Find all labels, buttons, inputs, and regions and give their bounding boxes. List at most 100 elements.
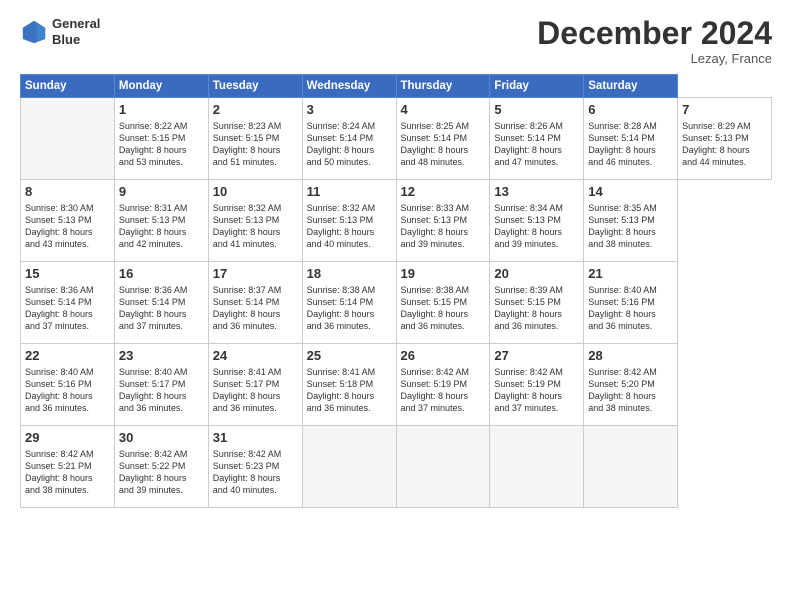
day-number: 16 — [119, 265, 204, 283]
day-header-wednesday: Wednesday — [302, 75, 396, 98]
calendar-cell: 21Sunrise: 8:40 AM Sunset: 5:16 PM Dayli… — [584, 262, 678, 344]
calendar-cell: 1Sunrise: 8:22 AM Sunset: 5:15 PM Daylig… — [114, 98, 208, 180]
logo: General Blue — [20, 16, 100, 47]
day-number: 31 — [213, 429, 298, 447]
day-header-sunday: Sunday — [21, 75, 115, 98]
day-number: 8 — [25, 183, 110, 201]
day-number: 9 — [119, 183, 204, 201]
day-number: 17 — [213, 265, 298, 283]
calendar-cell: 23Sunrise: 8:40 AM Sunset: 5:17 PM Dayli… — [114, 344, 208, 426]
day-info: Sunrise: 8:41 AM Sunset: 5:17 PM Dayligh… — [213, 366, 298, 415]
calendar-cell: 31Sunrise: 8:42 AM Sunset: 5:23 PM Dayli… — [208, 426, 302, 508]
day-info: Sunrise: 8:37 AM Sunset: 5:14 PM Dayligh… — [213, 284, 298, 333]
day-number: 24 — [213, 347, 298, 365]
day-info: Sunrise: 8:35 AM Sunset: 5:13 PM Dayligh… — [588, 202, 673, 251]
calendar-cell — [302, 426, 396, 508]
day-info: Sunrise: 8:36 AM Sunset: 5:14 PM Dayligh… — [119, 284, 204, 333]
day-header-thursday: Thursday — [396, 75, 490, 98]
day-number: 29 — [25, 429, 110, 447]
calendar-cell: 17Sunrise: 8:37 AM Sunset: 5:14 PM Dayli… — [208, 262, 302, 344]
day-info: Sunrise: 8:29 AM Sunset: 5:13 PM Dayligh… — [682, 120, 767, 169]
calendar-cell: 27Sunrise: 8:42 AM Sunset: 5:19 PM Dayli… — [490, 344, 584, 426]
day-number: 21 — [588, 265, 673, 283]
week-row-4: 29Sunrise: 8:42 AM Sunset: 5:21 PM Dayli… — [21, 426, 772, 508]
calendar-cell: 8Sunrise: 8:30 AM Sunset: 5:13 PM Daylig… — [21, 180, 115, 262]
day-number: 20 — [494, 265, 579, 283]
logo-text: General Blue — [52, 16, 100, 47]
day-info: Sunrise: 8:30 AM Sunset: 5:13 PM Dayligh… — [25, 202, 110, 251]
header-row: SundayMondayTuesdayWednesdayThursdayFrid… — [21, 75, 772, 98]
day-info: Sunrise: 8:36 AM Sunset: 5:14 PM Dayligh… — [25, 284, 110, 333]
calendar-cell: 5Sunrise: 8:26 AM Sunset: 5:14 PM Daylig… — [490, 98, 584, 180]
month-title: December 2024 — [537, 16, 772, 51]
calendar-cell: 19Sunrise: 8:38 AM Sunset: 5:15 PM Dayli… — [396, 262, 490, 344]
day-info: Sunrise: 8:42 AM Sunset: 5:19 PM Dayligh… — [401, 366, 486, 415]
week-row-0: 1Sunrise: 8:22 AM Sunset: 5:15 PM Daylig… — [21, 98, 772, 180]
day-info: Sunrise: 8:38 AM Sunset: 5:15 PM Dayligh… — [401, 284, 486, 333]
calendar-cell: 12Sunrise: 8:33 AM Sunset: 5:13 PM Dayli… — [396, 180, 490, 262]
day-number: 25 — [307, 347, 392, 365]
calendar-cell: 14Sunrise: 8:35 AM Sunset: 5:13 PM Dayli… — [584, 180, 678, 262]
day-number: 7 — [682, 101, 767, 119]
day-number: 27 — [494, 347, 579, 365]
header: General Blue December 2024 Lezay, France — [20, 16, 772, 66]
week-row-2: 15Sunrise: 8:36 AM Sunset: 5:14 PM Dayli… — [21, 262, 772, 344]
day-info: Sunrise: 8:32 AM Sunset: 5:13 PM Dayligh… — [213, 202, 298, 251]
day-header-tuesday: Tuesday — [208, 75, 302, 98]
calendar-cell: 29Sunrise: 8:42 AM Sunset: 5:21 PM Dayli… — [21, 426, 115, 508]
calendar-cell: 30Sunrise: 8:42 AM Sunset: 5:22 PM Dayli… — [114, 426, 208, 508]
calendar-cell — [21, 98, 115, 180]
day-info: Sunrise: 8:40 AM Sunset: 5:16 PM Dayligh… — [25, 366, 110, 415]
day-info: Sunrise: 8:34 AM Sunset: 5:13 PM Dayligh… — [494, 202, 579, 251]
day-number: 18 — [307, 265, 392, 283]
calendar-cell: 26Sunrise: 8:42 AM Sunset: 5:19 PM Dayli… — [396, 344, 490, 426]
day-info: Sunrise: 8:28 AM Sunset: 5:14 PM Dayligh… — [588, 120, 673, 169]
day-number: 26 — [401, 347, 486, 365]
page: General Blue December 2024 Lezay, France… — [0, 0, 792, 612]
calendar-cell: 10Sunrise: 8:32 AM Sunset: 5:13 PM Dayli… — [208, 180, 302, 262]
day-info: Sunrise: 8:38 AM Sunset: 5:14 PM Dayligh… — [307, 284, 392, 333]
day-number: 1 — [119, 101, 204, 119]
day-number: 15 — [25, 265, 110, 283]
day-info: Sunrise: 8:22 AM Sunset: 5:15 PM Dayligh… — [119, 120, 204, 169]
day-number: 28 — [588, 347, 673, 365]
day-info: Sunrise: 8:40 AM Sunset: 5:17 PM Dayligh… — [119, 366, 204, 415]
day-header-monday: Monday — [114, 75, 208, 98]
day-number: 30 — [119, 429, 204, 447]
calendar-cell: 20Sunrise: 8:39 AM Sunset: 5:15 PM Dayli… — [490, 262, 584, 344]
calendar-cell: 18Sunrise: 8:38 AM Sunset: 5:14 PM Dayli… — [302, 262, 396, 344]
day-info: Sunrise: 8:40 AM Sunset: 5:16 PM Dayligh… — [588, 284, 673, 333]
day-info: Sunrise: 8:42 AM Sunset: 5:20 PM Dayligh… — [588, 366, 673, 415]
calendar-cell: 11Sunrise: 8:32 AM Sunset: 5:13 PM Dayli… — [302, 180, 396, 262]
day-info: Sunrise: 8:23 AM Sunset: 5:15 PM Dayligh… — [213, 120, 298, 169]
day-info: Sunrise: 8:42 AM Sunset: 5:22 PM Dayligh… — [119, 448, 204, 497]
day-number: 3 — [307, 101, 392, 119]
logo-line1: General — [52, 16, 100, 32]
calendar-cell: 4Sunrise: 8:25 AM Sunset: 5:14 PM Daylig… — [396, 98, 490, 180]
calendar-cell: 15Sunrise: 8:36 AM Sunset: 5:14 PM Dayli… — [21, 262, 115, 344]
day-number: 13 — [494, 183, 579, 201]
calendar-cell: 16Sunrise: 8:36 AM Sunset: 5:14 PM Dayli… — [114, 262, 208, 344]
calendar-cell: 24Sunrise: 8:41 AM Sunset: 5:17 PM Dayli… — [208, 344, 302, 426]
week-row-3: 22Sunrise: 8:40 AM Sunset: 5:16 PM Dayli… — [21, 344, 772, 426]
calendar-cell: 7Sunrise: 8:29 AM Sunset: 5:13 PM Daylig… — [678, 98, 772, 180]
day-number: 2 — [213, 101, 298, 119]
day-info: Sunrise: 8:33 AM Sunset: 5:13 PM Dayligh… — [401, 202, 486, 251]
calendar-cell — [396, 426, 490, 508]
location: Lezay, France — [537, 51, 772, 66]
day-info: Sunrise: 8:42 AM Sunset: 5:19 PM Dayligh… — [494, 366, 579, 415]
day-number: 12 — [401, 183, 486, 201]
day-info: Sunrise: 8:42 AM Sunset: 5:23 PM Dayligh… — [213, 448, 298, 497]
day-info: Sunrise: 8:24 AM Sunset: 5:14 PM Dayligh… — [307, 120, 392, 169]
day-header-saturday: Saturday — [584, 75, 678, 98]
day-info: Sunrise: 8:32 AM Sunset: 5:13 PM Dayligh… — [307, 202, 392, 251]
day-info: Sunrise: 8:26 AM Sunset: 5:14 PM Dayligh… — [494, 120, 579, 169]
day-number: 6 — [588, 101, 673, 119]
calendar-table: SundayMondayTuesdayWednesdayThursdayFrid… — [20, 74, 772, 508]
calendar-cell: 3Sunrise: 8:24 AM Sunset: 5:14 PM Daylig… — [302, 98, 396, 180]
day-info: Sunrise: 8:31 AM Sunset: 5:13 PM Dayligh… — [119, 202, 204, 251]
day-number: 22 — [25, 347, 110, 365]
day-info: Sunrise: 8:25 AM Sunset: 5:14 PM Dayligh… — [401, 120, 486, 169]
calendar-cell: 9Sunrise: 8:31 AM Sunset: 5:13 PM Daylig… — [114, 180, 208, 262]
calendar-cell: 28Sunrise: 8:42 AM Sunset: 5:20 PM Dayli… — [584, 344, 678, 426]
